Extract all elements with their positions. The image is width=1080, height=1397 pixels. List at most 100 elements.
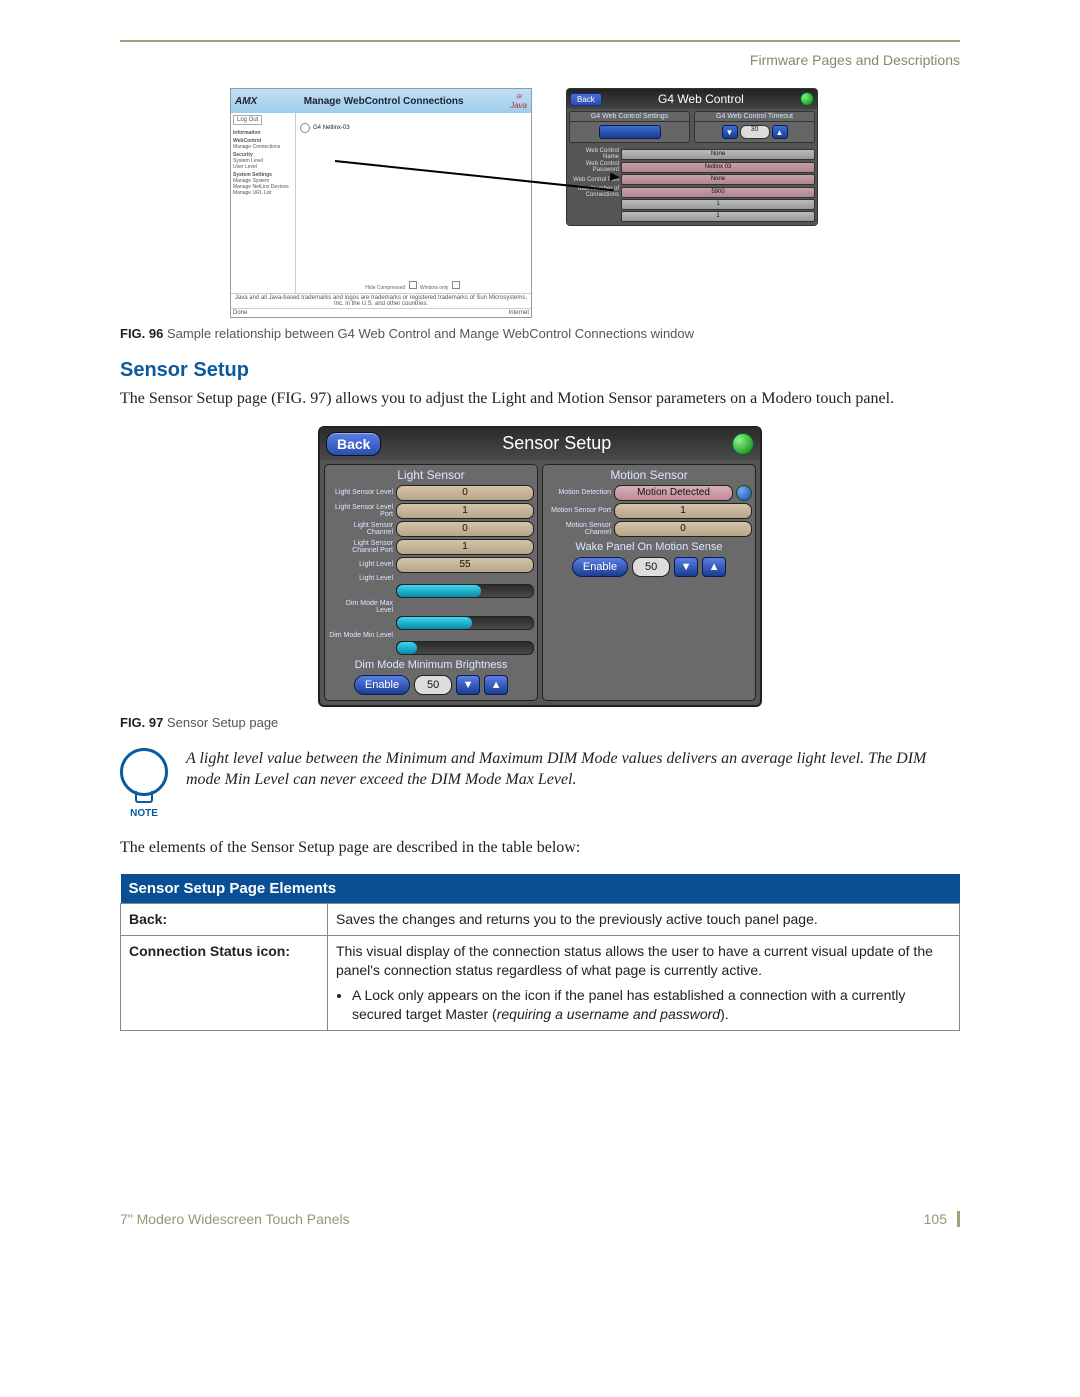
table-row-label: Connection Status icon:	[121, 936, 328, 1031]
webcontrol-main: G4 Netlinx-03 Hide Compressed Window onl…	[296, 113, 531, 293]
webcontrol-title: Manage WebControl Connections	[304, 96, 464, 107]
field-value: 1	[396, 503, 534, 519]
table-row-desc: This visual display of the connection st…	[328, 936, 960, 1031]
checkbox-icon[interactable]	[452, 281, 460, 289]
motion-indicator-icon	[736, 485, 752, 501]
light-sensor-column: Light Sensor Light Sensor Level0 Light S…	[324, 464, 538, 701]
row-value[interactable]: Netlinx 03	[621, 162, 815, 173]
connection-status-icon	[800, 92, 814, 106]
increase-button[interactable]: ▲	[702, 557, 726, 577]
brightness-value: 50	[414, 675, 452, 695]
motion-sensor-column: Motion Sensor Motion Detection Motion De…	[542, 464, 756, 701]
decrease-button[interactable]: ▼	[674, 557, 698, 577]
footer-opt-right: Window only	[420, 285, 448, 291]
row-label: Web Control Name	[569, 148, 619, 160]
dim-max-slider[interactable]	[396, 616, 534, 630]
elements-table: Sensor Setup Page Elements Back: Saves t…	[120, 874, 960, 1030]
slider-label: Dim Mode Max Level	[328, 600, 393, 614]
radio-icon[interactable]	[300, 123, 310, 133]
timeout-value: 30	[740, 125, 770, 139]
enable-button[interactable]	[599, 125, 661, 139]
wake-subhead: Wake Panel On Motion Sense	[546, 541, 752, 553]
sidebar-item[interactable]: Manage URL List	[233, 190, 293, 196]
webcontrol-sidebar: Log Out Information WebControl Manage Co…	[231, 113, 296, 293]
back-button[interactable]: Back	[570, 93, 602, 106]
footer-opt-left: Hide Compressed	[365, 285, 405, 291]
dim-min-slider[interactable]	[396, 641, 534, 655]
webcontrol-window: AMX Manage WebControl Connections ≋Java …	[230, 88, 532, 318]
table-row-desc: Saves the changes and returns you to the…	[328, 904, 960, 936]
row-value: None	[621, 149, 815, 160]
light-level-slider[interactable]	[396, 584, 534, 598]
page-footer: 7" Modero Widescreen Touch Panels 105	[120, 1211, 960, 1227]
field-value: 55	[396, 557, 534, 573]
motion-status: Motion Detected	[614, 485, 733, 501]
field-label: Light Level	[328, 561, 393, 568]
page-number: 105	[924, 1211, 960, 1227]
field-value: 1	[396, 539, 534, 555]
status-internet: Internet	[509, 310, 529, 316]
column-title: Light Sensor	[328, 468, 534, 482]
enable-button[interactable]: Enable	[572, 557, 628, 577]
sidebar-group: Information	[233, 130, 293, 136]
java-logo: ≋Java	[510, 92, 527, 110]
field-label: Light Sensor Channel	[328, 522, 393, 536]
field-value: 0	[614, 521, 752, 537]
panel-title: Sensor Setup	[502, 433, 611, 454]
lightbulb-icon	[120, 748, 168, 796]
status-done: Done	[233, 310, 247, 316]
sensor-setup-panel: Back Sensor Setup Light Sensor Light Sen…	[318, 426, 762, 707]
table-intro: The elements of the Sensor Setup page ar…	[120, 837, 960, 859]
arrow-head-icon	[610, 172, 621, 181]
webcontrol-legal: Java and all Java-based trademarks and l…	[231, 293, 531, 308]
sidebar-item[interactable]: User Level	[233, 164, 293, 170]
col-title: G4 Web Control Timeout	[695, 112, 814, 122]
field-value: 0	[396, 521, 534, 537]
table-row-label: Back:	[121, 904, 328, 936]
field-label: Light Sensor Level	[328, 489, 393, 496]
decrease-button[interactable]: ▼	[456, 675, 480, 695]
logout-button[interactable]: Log Out	[233, 115, 262, 125]
panel-title: G4 Web Control	[658, 92, 744, 106]
checkbox-icon[interactable]	[409, 281, 417, 289]
decrease-button[interactable]: ▼	[722, 125, 738, 139]
row-label: Web Control Password	[569, 161, 619, 173]
field-label: Light Sensor Channel Port	[328, 540, 393, 554]
field-label: Motion Sensor Channel	[546, 522, 611, 536]
note-label: NOTE	[120, 808, 168, 819]
slider-label: Dim Mode Min Level	[328, 632, 393, 639]
sidebar-item[interactable]: Manage Connections	[233, 144, 293, 150]
field-value: 0	[396, 485, 534, 501]
connection-status-icon	[732, 433, 754, 455]
col-title: G4 Web Control Settings	[570, 112, 689, 122]
amx-logo: AMX	[235, 96, 257, 107]
enable-button[interactable]: Enable	[354, 675, 410, 695]
back-button[interactable]: Back	[326, 432, 381, 456]
dim-subhead: Dim Mode Minimum Brightness	[328, 659, 534, 671]
figure-96: AMX Manage WebControl Connections ≋Java …	[230, 88, 850, 318]
header-section-title: Firmware Pages and Descriptions	[120, 52, 960, 68]
note-block: NOTE A light level value between the Min…	[120, 748, 960, 819]
column-title: Motion Sensor	[546, 468, 752, 482]
row-value[interactable]: None	[621, 174, 815, 185]
field-label: Light Sensor Level Port	[328, 504, 393, 518]
increase-button[interactable]: ▲	[772, 125, 788, 139]
footer-product: 7" Modero Widescreen Touch Panels	[120, 1211, 350, 1227]
row-value: 1	[621, 199, 815, 210]
slider-label: Light Level	[328, 575, 393, 582]
connection-item[interactable]: G4 Netlinx-03	[313, 125, 350, 131]
table-header: Sensor Setup Page Elements	[121, 874, 960, 904]
increase-button[interactable]: ▲	[484, 675, 508, 695]
section-intro: The Sensor Setup page (FIG. 97) allows y…	[120, 388, 960, 410]
field-label: Motion Detection	[546, 489, 611, 496]
section-title: Sensor Setup	[120, 359, 960, 382]
g4-webcontrol-panel: Back G4 Web Control G4 Web Control Setti…	[566, 88, 818, 226]
row-value[interactable]: 5900	[621, 187, 815, 198]
row-value: 1	[621, 211, 815, 222]
field-value: 1	[614, 503, 752, 519]
note-text: A light level value between the Minimum …	[186, 748, 960, 791]
figure-96-caption: FIG. 96 Sample relationship between G4 W…	[120, 326, 960, 341]
wake-value: 50	[632, 557, 670, 577]
figure-97-caption: FIG. 97 Sensor Setup page	[120, 715, 960, 730]
field-label: Motion Sensor Port	[546, 507, 611, 514]
